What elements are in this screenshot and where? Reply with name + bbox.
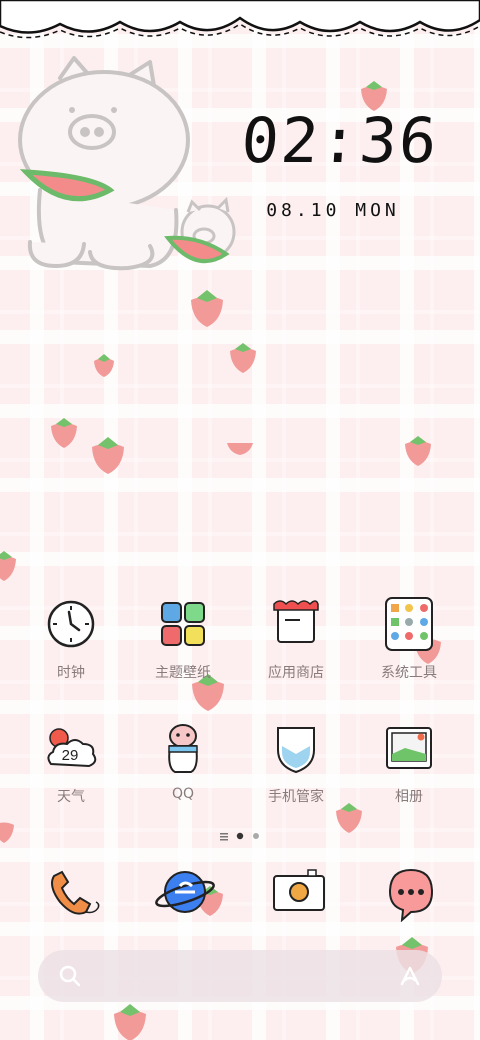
app-label: 相册 xyxy=(395,789,423,805)
app-weather[interactable]: 29 天气 xyxy=(16,720,126,806)
app-label: QQ xyxy=(171,786,195,802)
pig-illustration xyxy=(18,56,190,271)
app-clock[interactable]: 时钟 xyxy=(16,596,126,682)
theme-wallpaper-icon xyxy=(161,602,205,646)
app-theme-wallpaper[interactable]: 主题壁纸 xyxy=(128,596,238,682)
messages-icon[interactable] xyxy=(376,862,446,922)
browser-icon[interactable] xyxy=(150,862,220,922)
app-label: 主题壁纸 xyxy=(155,665,211,681)
app-label: 应用商店 xyxy=(268,665,324,681)
camera-icon[interactable] xyxy=(264,862,334,922)
app-store-icon xyxy=(273,600,319,643)
page-dot-active xyxy=(236,832,244,840)
app-label: 时钟 xyxy=(57,665,85,681)
clock-time[interactable]: 02:36 xyxy=(237,104,442,177)
system-tools-folder-icon xyxy=(385,597,433,651)
clock-icon xyxy=(47,600,95,648)
phone-manager-shield-icon xyxy=(277,727,315,774)
qq-penguin-icon xyxy=(168,724,198,773)
phone-icon[interactable] xyxy=(38,862,108,922)
weather-icon: 29 xyxy=(47,728,97,768)
weather-temp-badge: 29 xyxy=(62,747,79,764)
search-bar[interactable] xyxy=(38,950,442,1002)
page-indicator[interactable] xyxy=(218,830,268,842)
app-phone-manager[interactable]: 手机管家 xyxy=(241,720,351,806)
search-icon[interactable] xyxy=(58,964,82,988)
page-dot xyxy=(253,833,259,839)
page-menu-indicator xyxy=(220,833,228,841)
clock-date: 08.10 MON xyxy=(266,200,400,221)
gallery-icon xyxy=(386,727,432,769)
app-label: 天气 xyxy=(57,789,85,805)
status-bar-icons xyxy=(400,15,462,24)
app-gallery[interactable]: 相册 xyxy=(354,720,464,806)
app-app-store[interactable]: 应用商店 xyxy=(241,596,351,682)
app-label: 系统工具 xyxy=(381,665,437,681)
app-system-tools-folder[interactable]: 系统工具 xyxy=(354,596,464,682)
assistant-icon[interactable] xyxy=(396,962,424,990)
app-qq[interactable]: QQ xyxy=(128,720,238,802)
app-label: 手机管家 xyxy=(268,789,324,805)
